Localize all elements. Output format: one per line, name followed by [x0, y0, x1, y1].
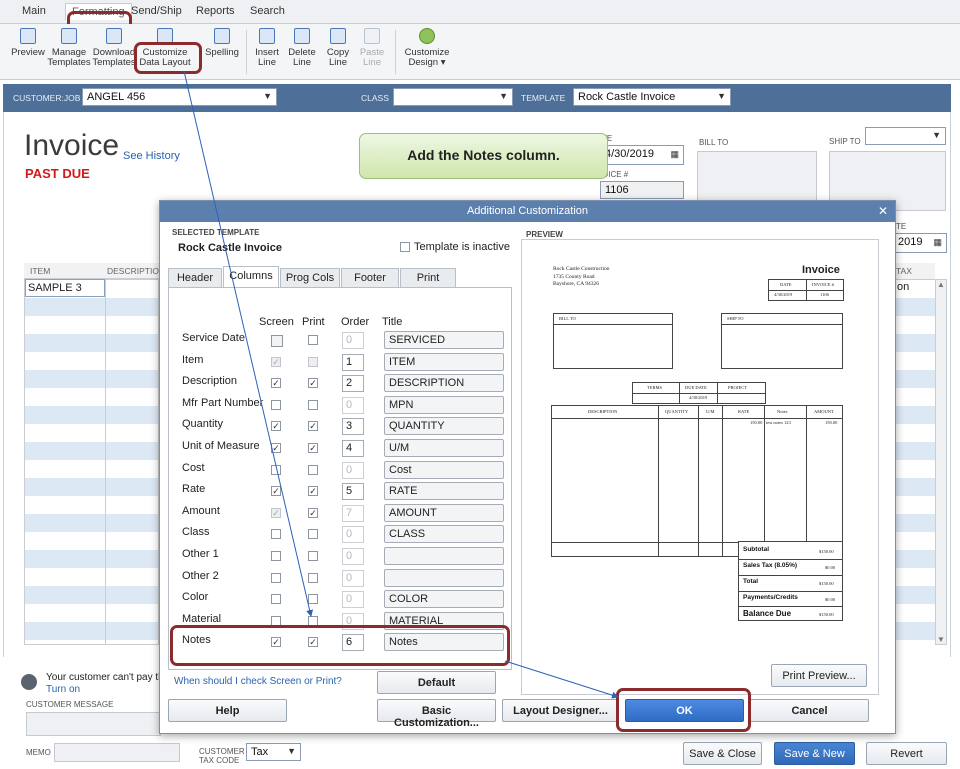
- instruction-arrows: [183, 70, 619, 699]
